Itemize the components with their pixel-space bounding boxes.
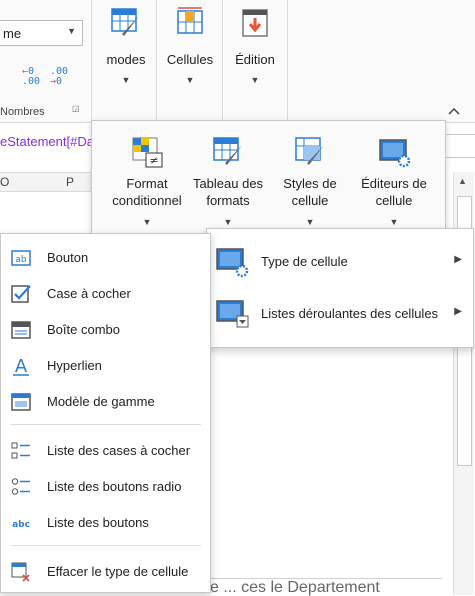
submenu-cell-type[interactable]: Type de cellule ▶ bbox=[207, 241, 472, 285]
column-header-p[interactable]: P bbox=[66, 175, 74, 189]
cell-editors-label2: cellule bbox=[375, 193, 413, 208]
menu-item-label: Modèle de gamme bbox=[47, 394, 155, 409]
button-list-icon: abc bbox=[12, 520, 30, 530]
menu-item-boite-combo[interactable]: Boîte combo bbox=[1, 312, 210, 348]
checkbox-list-icon bbox=[11, 442, 30, 459]
cell-type-gear-icon bbox=[216, 248, 249, 278]
svg-text:≠: ≠ bbox=[149, 154, 158, 167]
menu-item-label: Boîte combo bbox=[47, 322, 120, 337]
chevron-down-icon: ▼ bbox=[67, 26, 76, 36]
cell-styles-label2: cellule bbox=[291, 193, 329, 208]
nombres-group-label: Nombres bbox=[0, 106, 45, 118]
radio-list-icon bbox=[11, 478, 30, 495]
cellules-button[interactable]: Cellules ▼ bbox=[160, 6, 220, 85]
menu-item-case-a-cocher[interactable]: Case à cocher bbox=[1, 276, 210, 312]
menu-item-liste-boutons[interactable]: abc Liste des boutons bbox=[1, 505, 210, 541]
number-format-select[interactable]: me ▼ bbox=[0, 20, 83, 46]
cell-editors-label: Éditeurs de bbox=[361, 176, 427, 191]
chevron-down-icon: ▼ bbox=[185, 75, 195, 85]
sheet-text-fragment: e ... ces le Departement bbox=[210, 578, 442, 596]
clear-celltype-icon bbox=[11, 562, 30, 582]
table-brush-icon bbox=[213, 137, 242, 165]
dialog-launcher-icon[interactable]: ◲ bbox=[72, 104, 80, 113]
chevron-down-icon: ▼ bbox=[121, 75, 131, 85]
modes-button[interactable]: modes ▼ bbox=[98, 6, 154, 85]
table-formats-label: Tableau des bbox=[192, 176, 264, 191]
button-type-icon: ab bbox=[11, 250, 31, 266]
menu-item-label: Bouton bbox=[47, 250, 89, 265]
table-formats-label2: formats bbox=[206, 193, 250, 208]
modes-label: modes bbox=[106, 52, 146, 67]
menu-item-label: Liste des cases à cocher bbox=[47, 443, 191, 458]
decrease-decimal-button[interactable]: .00 →0 bbox=[50, 67, 68, 87]
hyperlink-type-icon: A bbox=[13, 356, 29, 376]
range-template-icon bbox=[11, 393, 31, 411]
table-formats-button[interactable]: Tableau des formats ▼ bbox=[192, 135, 264, 231]
collapse-ribbon-button[interactable] bbox=[448, 104, 460, 118]
increase-decimal-icon: ←0.00 bbox=[22, 66, 41, 87]
edition-label: Édition bbox=[235, 52, 275, 67]
cell-dropdown-icon bbox=[216, 300, 249, 328]
svg-text:abc: abc bbox=[12, 520, 30, 530]
cell-styles-label: Styles de bbox=[283, 176, 337, 191]
chevron-right-icon: ▶ bbox=[454, 306, 462, 317]
menu-separator bbox=[11, 545, 201, 546]
chevron-up-icon bbox=[448, 107, 460, 115]
column-header-row: O P bbox=[0, 172, 95, 192]
cell-editor-gear-icon bbox=[379, 139, 411, 168]
svg-text:ab: ab bbox=[15, 255, 27, 265]
chevron-down-icon: ▼ bbox=[250, 75, 260, 85]
conditional-format-label: Format bbox=[126, 176, 168, 191]
menu-separator bbox=[11, 424, 201, 425]
menu-item-hyperlien[interactable]: A Hyperlien bbox=[1, 348, 210, 384]
edition-button[interactable]: Édition ▼ bbox=[226, 6, 284, 85]
checkbox-type-icon bbox=[11, 285, 31, 303]
decrease-decimal-icon: .00 →0 bbox=[50, 66, 69, 87]
formula-text[interactable]: eStatement[#Da bbox=[0, 130, 95, 154]
conditional-format-label2: conditionnel bbox=[112, 193, 182, 208]
svg-text:A: A bbox=[15, 356, 28, 376]
menu-item-label: Hyperlien bbox=[47, 358, 102, 373]
menu-item-label: Effacer le type de cellule bbox=[47, 564, 189, 579]
cell-style-brush-icon bbox=[295, 137, 324, 165]
cell-types-menu: ab Bouton Case à cocher Boîte combo A Hy… bbox=[0, 233, 211, 593]
formula-expand[interactable] bbox=[443, 134, 475, 158]
table-brush-icon bbox=[111, 8, 139, 36]
combobox-type-icon bbox=[11, 321, 31, 339]
scroll-up-icon[interactable]: ▲ bbox=[458, 176, 467, 186]
ribbon: me ▼ ←0.00 .00 →0 Nombres ◲ modes ▼ Cellu… bbox=[0, 0, 475, 123]
menu-item-label: Case à cocher bbox=[47, 286, 131, 301]
chevron-right-icon: ▶ bbox=[454, 254, 462, 265]
menu-item-label: Liste des boutons bbox=[47, 515, 149, 530]
conditional-format-button[interactable]: ≠ Format conditionnel ▼ bbox=[102, 135, 192, 231]
cell-editors-submenu: Type de cellule ▶ Listes déroulantes des… bbox=[206, 228, 474, 348]
cell-styles-button[interactable]: Styles de cellule ▼ bbox=[274, 135, 346, 231]
submenu-cell-dropdowns-label: Listes déroulantes des cellules bbox=[261, 306, 439, 321]
cellules-label: Cellules bbox=[166, 52, 214, 67]
menu-item-modele-de-gamme[interactable]: Modèle de gamme bbox=[1, 384, 210, 420]
submenu-cell-type-label: Type de cellule bbox=[261, 254, 348, 269]
menu-item-bouton[interactable]: ab Bouton bbox=[1, 240, 210, 276]
column-header-o[interactable]: O bbox=[0, 175, 9, 189]
cells-icon bbox=[177, 7, 203, 34]
menu-item-effacer[interactable]: Effacer le type de cellule bbox=[1, 554, 210, 590]
cell-editors-button[interactable]: Éditeurs de cellule ▼ bbox=[354, 135, 434, 231]
styles-panel: ≠ Format conditionnel ▼ Tableau des form… bbox=[91, 120, 446, 242]
menu-item-liste-cases[interactable]: Liste des cases à cocher bbox=[1, 433, 210, 469]
chevron-down-icon: ▼ bbox=[142, 217, 152, 227]
increase-decimal-button[interactable]: ←0.00 bbox=[22, 67, 40, 87]
conditional-format-icon: ≠ bbox=[132, 137, 163, 168]
menu-item-liste-radio[interactable]: Liste des boutons radio bbox=[1, 469, 210, 505]
number-format-value: me bbox=[3, 26, 22, 41]
edition-icon bbox=[242, 9, 268, 37]
menu-item-label: Liste des boutons radio bbox=[47, 479, 182, 494]
submenu-cell-dropdowns[interactable]: Listes déroulantes des cellules ▶ bbox=[207, 293, 472, 337]
